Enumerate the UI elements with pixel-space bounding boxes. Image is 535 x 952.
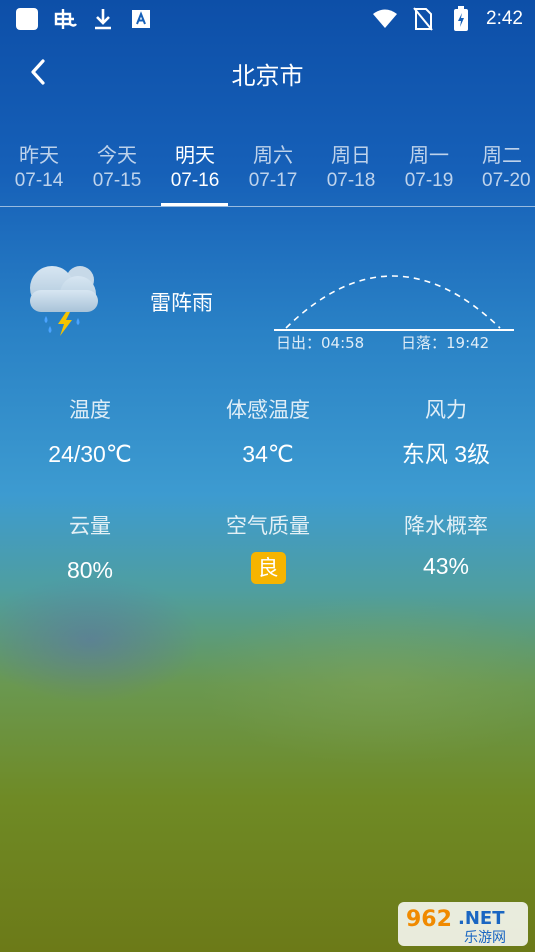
stat-temperature: 温度 24/30℃ (0, 396, 180, 470)
tab-date-label: 07-14 (14, 170, 64, 191)
wifi-icon (372, 6, 398, 32)
battery-charging-icon (448, 6, 474, 32)
status-bar: 2:42 (0, 0, 535, 38)
translate-icon (128, 6, 154, 32)
sun-arc-chart (272, 262, 516, 334)
square-app-icon (14, 6, 40, 32)
sunrise-time: 日出：04:58 (276, 334, 365, 352)
tab-today[interactable]: 今天 07-15 (82, 140, 152, 192)
no-sim-icon (410, 6, 436, 32)
download-icon (90, 6, 116, 32)
tab-date-label: 07-20 (482, 170, 531, 191)
stat-label: 空气质量 (226, 514, 310, 538)
bug-icon (52, 6, 78, 32)
stat-feels-like: 体感温度 34℃ (178, 396, 358, 470)
page-title: 北京市 (231, 62, 304, 90)
stat-value: 43% (422, 553, 470, 579)
tab-day-label: 明天 (175, 143, 215, 167)
tab-date-label: 07-15 (92, 170, 142, 191)
stat-value: 24/30℃ (48, 441, 132, 467)
svg-text:乐游网: 乐游网 (464, 930, 506, 946)
tab-day-label: 周二 (482, 143, 522, 167)
sunset-time: 日落：19:42 (401, 334, 490, 352)
svg-text:962: 962 (406, 907, 452, 932)
tab-date-label: 07-16 (170, 170, 220, 191)
tab-day-label: 周六 (253, 143, 293, 167)
background-haze (0, 560, 535, 952)
tab-monday[interactable]: 周一 07-19 (394, 140, 464, 192)
stat-label: 温度 (69, 398, 111, 422)
tab-day-label: 昨天 (19, 143, 59, 167)
tabs-divider (0, 206, 535, 207)
tab-saturday[interactable]: 周六 07-17 (238, 140, 308, 192)
stat-value: 80% (66, 557, 114, 583)
tab-day-label: 今天 (97, 143, 137, 167)
thunderstorm-cloud-icon (22, 260, 104, 338)
stat-label: 降水概率 (404, 514, 488, 538)
tab-day-label: 周日 (331, 143, 371, 167)
site-watermark-logo: 962 .NET 乐游网 (396, 900, 530, 948)
stat-cloud-cover: 云量 80% (0, 512, 180, 586)
stat-wind: 风力 东风 3级 (356, 396, 535, 470)
stat-value: 东风 3级 (401, 441, 491, 467)
app-header: 北京市 (0, 48, 535, 96)
tab-sunday[interactable]: 周日 07-18 (316, 140, 386, 192)
stat-value: 34℃ (242, 441, 294, 467)
stat-precipitation: 降水概率 43% (356, 512, 535, 582)
day-tabs: 昨天 07-14 今天 07-15 明天 07-16 周六 07-17 周日 0… (0, 140, 535, 208)
air-quality-badge: 良 (250, 552, 286, 584)
stat-label: 云量 (69, 514, 111, 538)
tab-tuesday[interactable]: 周二 07-20 (472, 140, 535, 192)
tab-date-label: 07-17 (248, 170, 298, 191)
stat-air-quality: 空气质量 良 (178, 512, 358, 584)
tab-day-label: 周一 (409, 143, 449, 167)
tab-tomorrow[interactable]: 明天 07-16 (160, 140, 230, 192)
stat-label: 风力 (425, 398, 467, 422)
weather-condition: 雷阵雨 (150, 291, 213, 315)
svg-text:.NET: .NET (458, 908, 505, 929)
clock: 2:42 (486, 8, 523, 29)
tab-date-label: 07-19 (404, 170, 454, 191)
tab-yesterday[interactable]: 昨天 07-14 (4, 140, 74, 192)
stat-label: 体感温度 (226, 398, 310, 422)
tab-date-label: 07-18 (326, 170, 376, 191)
